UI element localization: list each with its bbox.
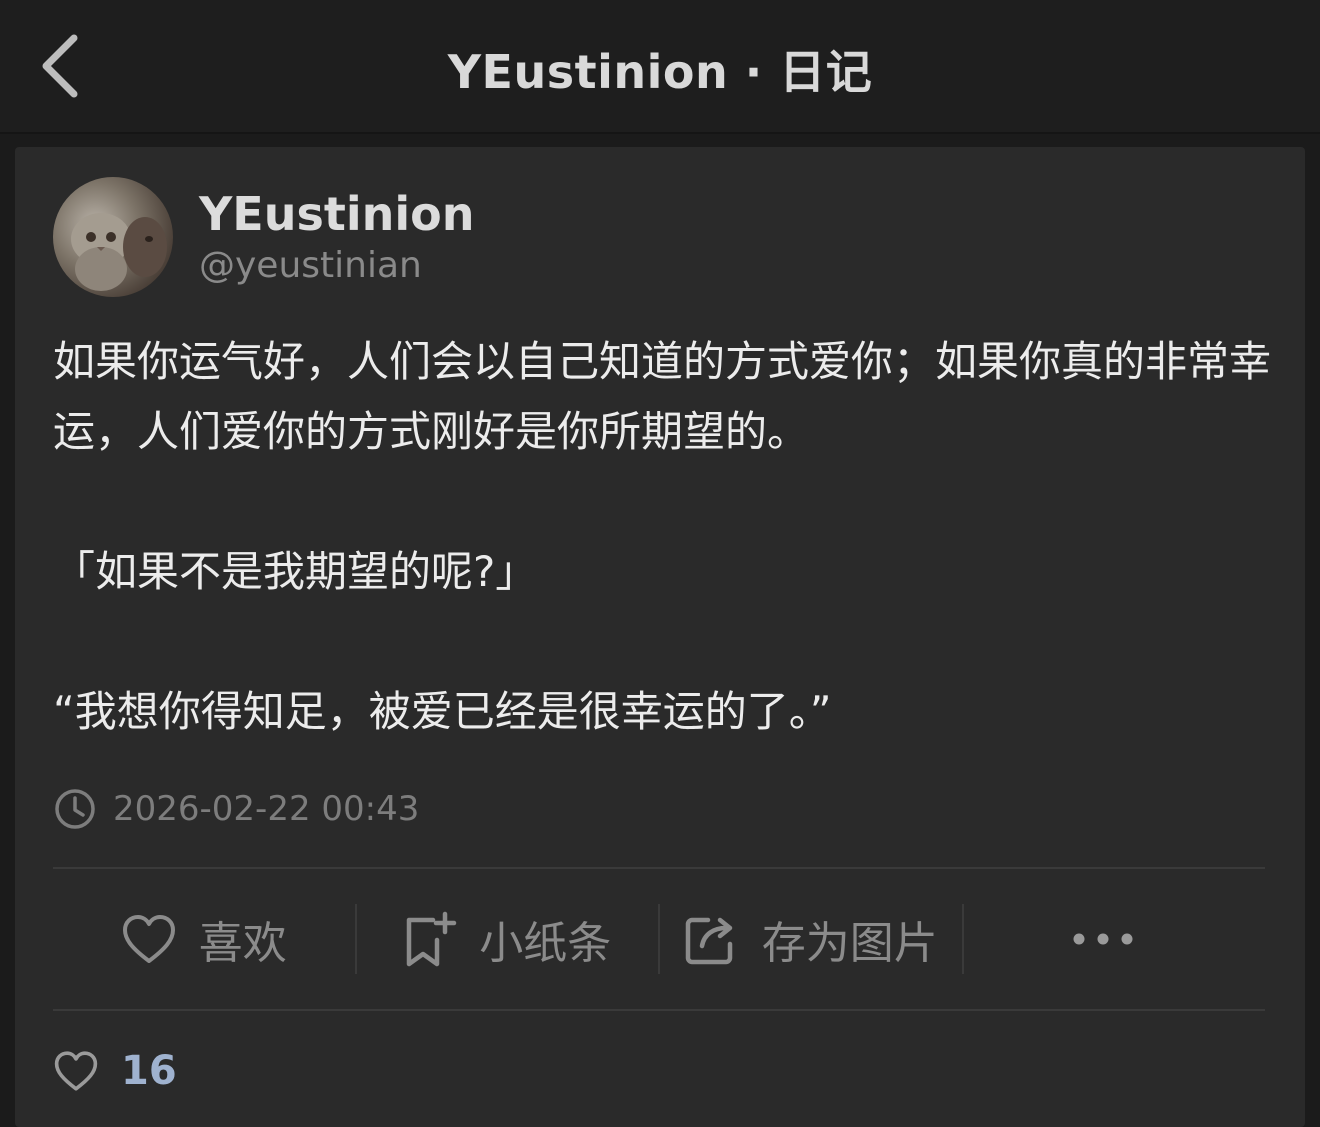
like-stats[interactable]: 16 [53, 1041, 177, 1101]
more-button[interactable] [964, 904, 1266, 974]
author-handle: @yeustinian [199, 245, 422, 286]
author-name[interactable]: YEustinion [199, 187, 474, 241]
note-label: 小纸条 [479, 918, 612, 969]
like-count: 16 [121, 1048, 177, 1094]
heart-outline-icon [122, 915, 175, 963]
like-button[interactable]: 喜欢 [53, 904, 355, 974]
note-button[interactable]: 小纸条 [357, 904, 659, 974]
share-export-icon [685, 917, 732, 965]
top-bar: YEustinion · 日记 [0, 0, 1320, 134]
cat-avatar-icon [71, 213, 167, 291]
post-body: 如果你运气好，人们会以自己知道的方式爱你；如果你真的非常幸运，人们爱你的方式刚好… [53, 327, 1273, 747]
post-paragraph: “我想你得知足，被爱已经是很幸运的了。” [53, 687, 832, 736]
timestamp-text: 2026-02-22 00:43 [113, 789, 420, 829]
post-paragraph: 「如果不是我期望的呢?」 [53, 547, 538, 596]
diary-post-card: YEustinion @yeustinian 如果你运气好，人们会以自己知道的方… [15, 147, 1305, 1127]
save-image-button[interactable]: 存为图片 [660, 904, 962, 974]
more-dots-icon [1073, 933, 1133, 945]
avatar[interactable] [53, 177, 173, 297]
action-bar: 喜欢 小纸条 存为图片 [53, 869, 1265, 1009]
post-paragraph: 如果你运气好，人们会以自己知道的方式爱你；如果你真的非常幸运，人们爱你的方式刚好… [53, 337, 1272, 456]
like-label: 喜欢 [198, 918, 287, 969]
divider [53, 1009, 1265, 1011]
bookmark-add-icon [407, 911, 457, 967]
heart-outline-icon [54, 1051, 98, 1091]
save-image-label: 存为图片 [761, 918, 938, 969]
post-timestamp: 2026-02-22 00:43 [53, 785, 419, 833]
page-title: YEustinion · 日记 [447, 45, 873, 99]
clock-icon [55, 789, 95, 829]
